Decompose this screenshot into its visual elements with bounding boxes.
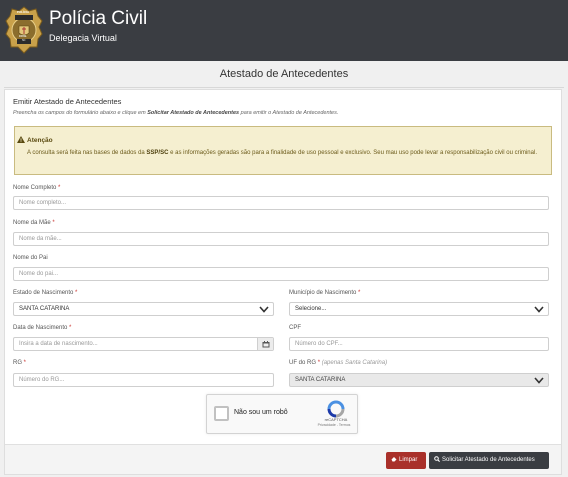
uf-rg-label: UF do RG * (apenas Santa Catarina) bbox=[289, 360, 388, 366]
estado-label: Estado de Nascimento * bbox=[13, 290, 78, 296]
chevron-down-icon bbox=[534, 306, 544, 313]
chevron-down-icon bbox=[259, 306, 269, 313]
recaptcha-icon bbox=[327, 400, 345, 418]
pai-label: Nome do Pai bbox=[13, 255, 48, 261]
app-subtitle: Delegacia Virtual bbox=[49, 33, 117, 43]
recaptcha-checkbox[interactable] bbox=[214, 406, 229, 421]
chevron-down-icon bbox=[534, 377, 544, 384]
app-title: Polícia Civil bbox=[49, 8, 148, 29]
data-placeholder: Insira a data de nascimento... bbox=[19, 341, 98, 347]
attention-alert: Atenção A consulta será feita nas bases … bbox=[14, 126, 552, 175]
alert-text: A consulta será feita nas bases de dados… bbox=[27, 150, 537, 156]
data-label: Data de Nascimento * bbox=[13, 325, 72, 331]
recaptcha-links[interactable]: Privacidade - Termos bbox=[310, 423, 358, 427]
recaptcha-brand: reCAPTCHA bbox=[324, 417, 348, 422]
submit-button-label: Solicitar Atestado de Antecedentes bbox=[442, 457, 535, 463]
badge-bottom-text: CIVIL bbox=[19, 34, 27, 38]
recaptcha-widget: Não sou um robô reCAPTCHA Privacidade - … bbox=[206, 394, 358, 434]
cpf-input[interactable]: Número do CPF... bbox=[289, 337, 549, 351]
clear-button-label: Limpar bbox=[399, 457, 418, 463]
municipio-select[interactable]: Selecione... bbox=[289, 302, 549, 316]
section-title: Emitir Atestado de Antecedentes bbox=[13, 97, 122, 106]
title-divider bbox=[4, 87, 564, 88]
nome-label: Nome Completo * bbox=[13, 185, 61, 191]
municipio-value: Selecione... bbox=[295, 306, 327, 312]
mae-label: Nome da Mãe * bbox=[13, 220, 55, 226]
form-card: Emitir Atestado de Antecedentes Preencha… bbox=[4, 89, 562, 475]
badge-top-text: POLÍCIA bbox=[17, 10, 30, 14]
calendar-icon bbox=[262, 340, 270, 347]
search-icon bbox=[434, 456, 440, 462]
clear-button[interactable]: Limpar bbox=[386, 452, 426, 469]
estado-select[interactable]: SANTA CATARINA bbox=[13, 302, 274, 316]
estado-value: SANTA CATARINA bbox=[19, 306, 70, 312]
alert-title: Atenção bbox=[27, 137, 53, 144]
uf-rg-select: SANTA CATARINA bbox=[289, 373, 549, 387]
rg-label: RG * bbox=[13, 360, 27, 366]
nome-input[interactable]: Nome completo... bbox=[13, 196, 549, 210]
page-title: Atestado de Antecedentes bbox=[219, 68, 349, 80]
section-description: Preencha os campos do formulário abaixo … bbox=[13, 110, 339, 116]
pai-input[interactable]: Nome do pai... bbox=[13, 267, 549, 281]
data-input[interactable]: Insira a data de nascimento... bbox=[13, 337, 274, 351]
cpf-label: CPF bbox=[289, 325, 301, 331]
uf-rg-hint: (apenas Santa Catarina) bbox=[321, 360, 388, 366]
recaptcha-label: Não sou um robô bbox=[234, 409, 288, 416]
badge-state-text: SC bbox=[22, 39, 26, 42]
municipio-label: Município de Nascimento * bbox=[289, 290, 361, 296]
eraser-icon bbox=[391, 457, 397, 462]
form-footer: Limpar Solicitar Atestado de Antecedente… bbox=[5, 444, 561, 474]
rg-input[interactable]: Número do RG... bbox=[13, 373, 274, 387]
calendar-button[interactable] bbox=[257, 338, 273, 350]
mae-input[interactable]: Nome da mãe... bbox=[13, 232, 549, 246]
app-header: POLÍCIA CIVIL SC Polícia Civil Delegacia… bbox=[0, 0, 568, 61]
submit-button[interactable]: Solicitar Atestado de Antecedentes bbox=[429, 452, 549, 469]
uf-rg-value: SANTA CATARINA bbox=[295, 377, 346, 383]
